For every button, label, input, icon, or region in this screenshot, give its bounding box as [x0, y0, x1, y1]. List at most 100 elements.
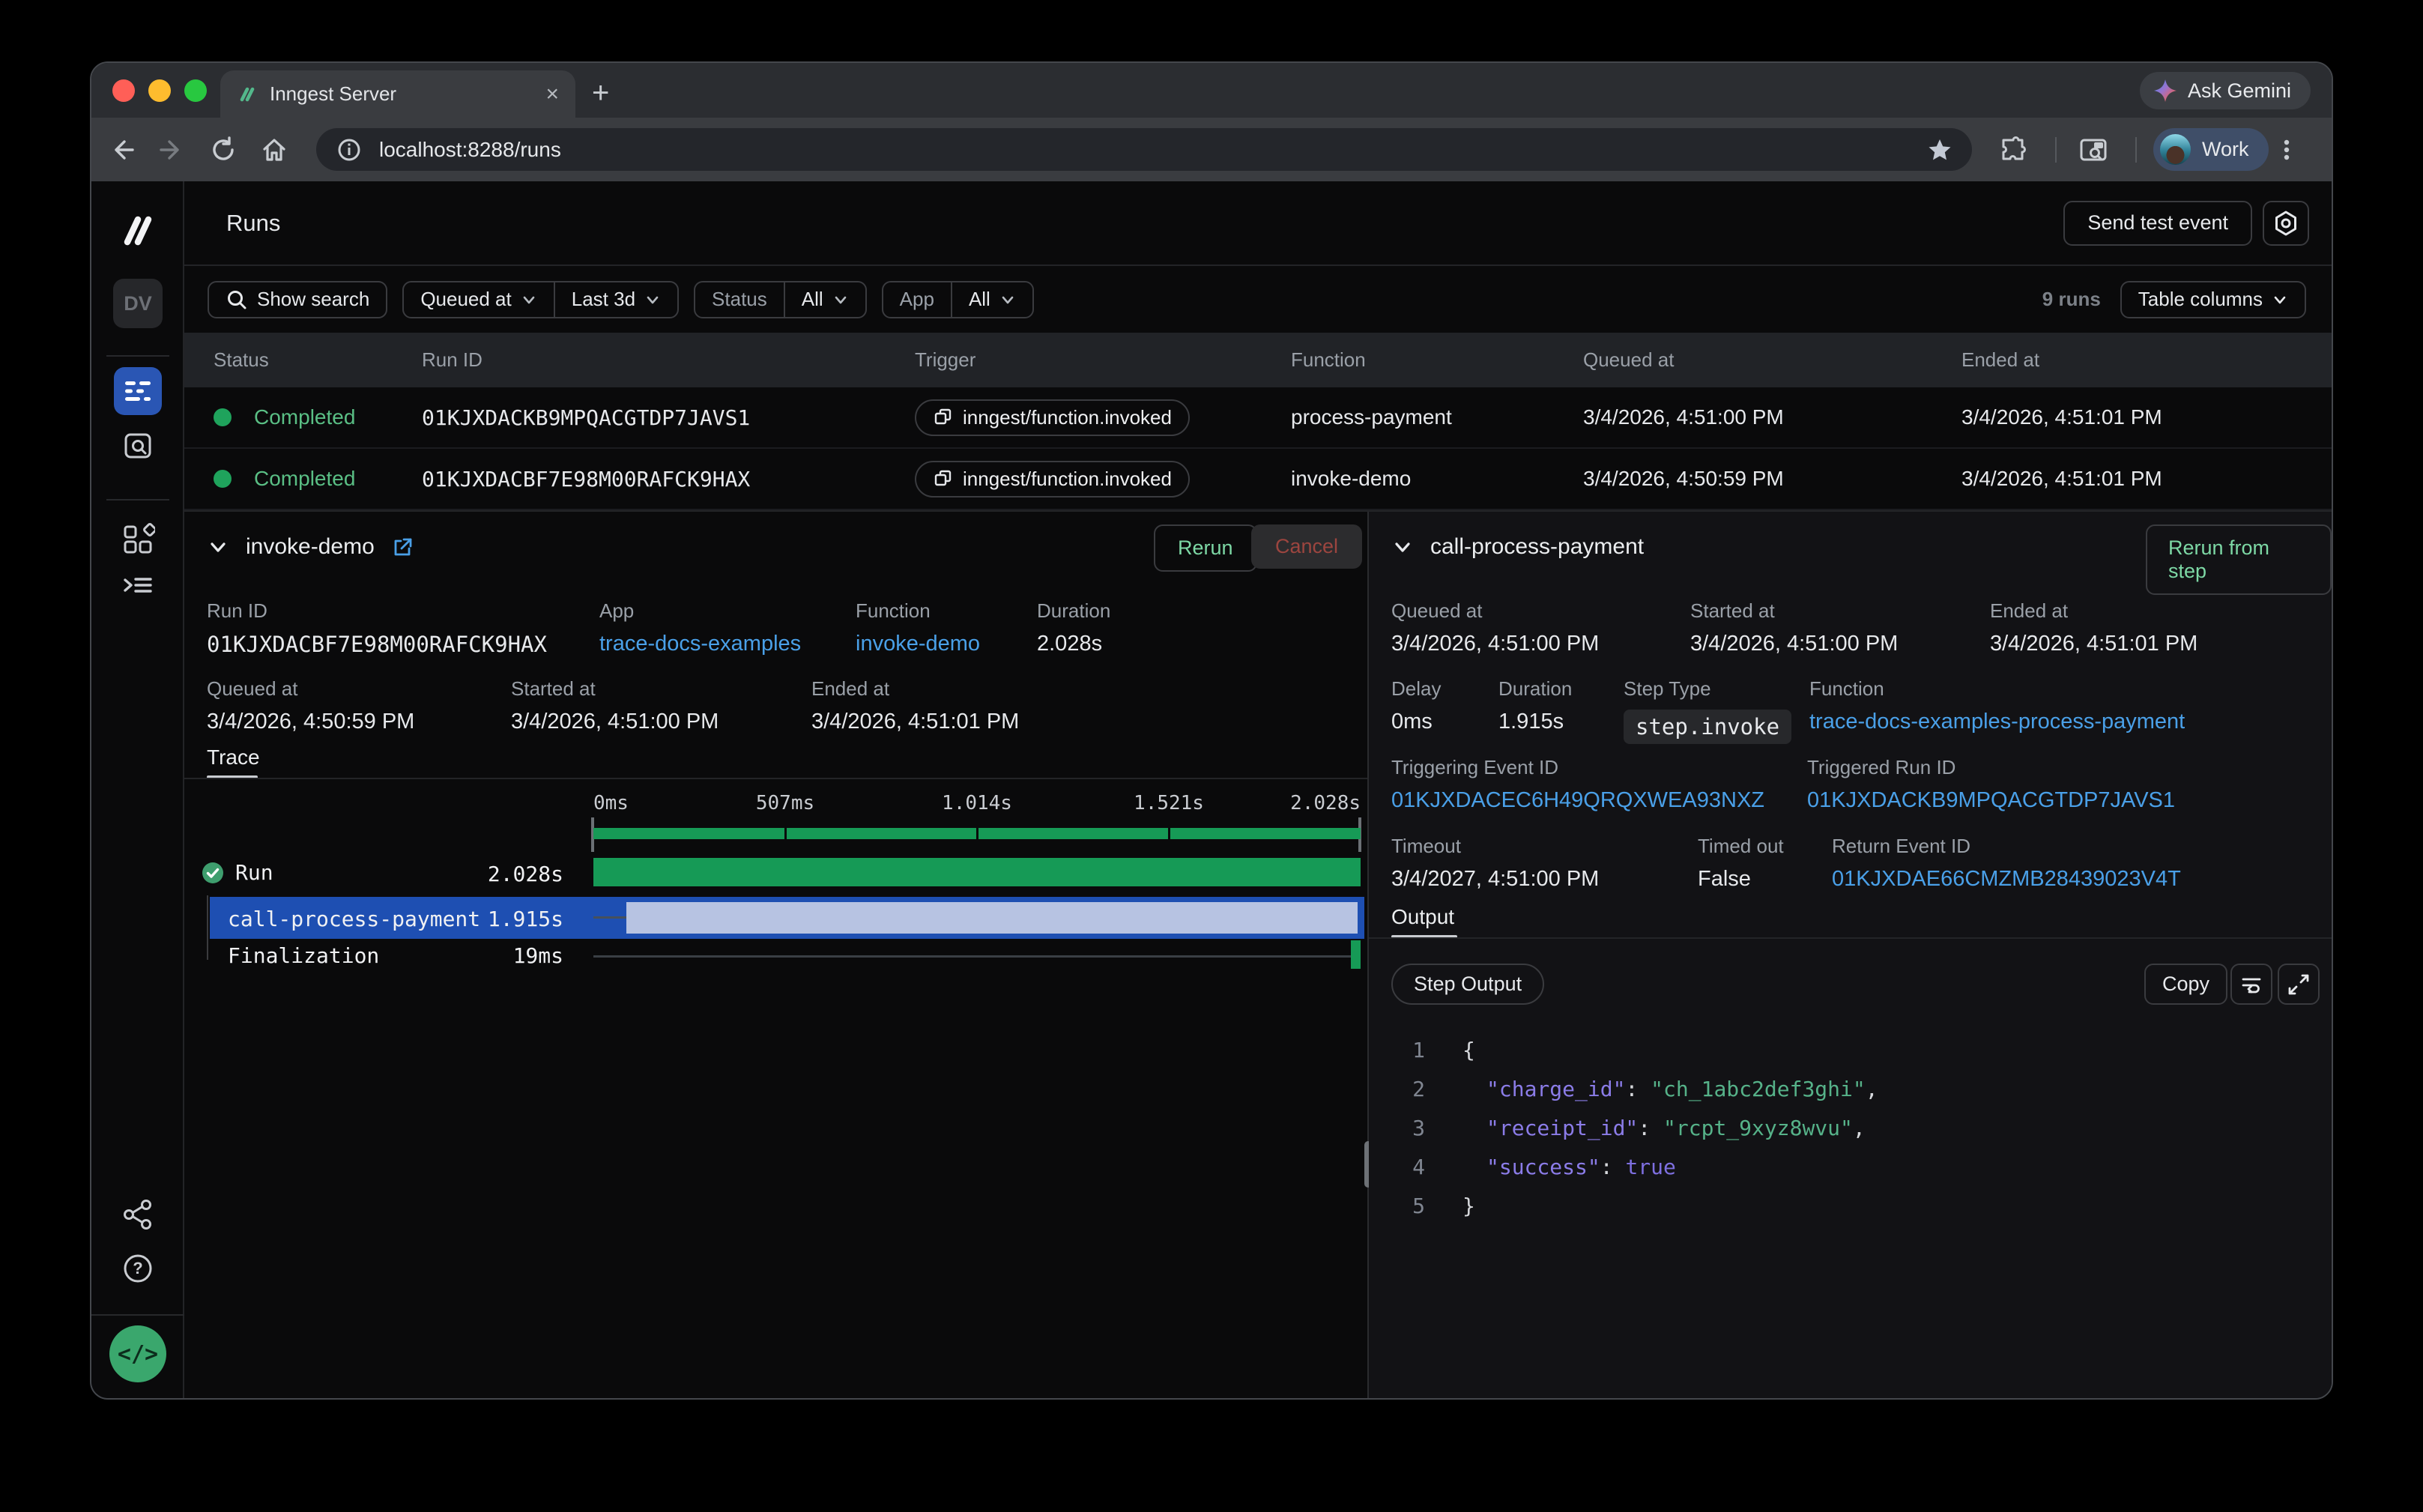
url-bar[interactable]: localhost:8288/runs — [316, 128, 1972, 171]
extensions-icon[interactable] — [1995, 118, 2028, 181]
time-range-dropdown[interactable]: Last 3d — [555, 282, 677, 317]
col-header-trigger[interactable]: Trigger — [915, 348, 1291, 372]
search-icon — [226, 288, 248, 311]
trace-bar-step[interactable] — [626, 902, 1358, 934]
code-icon: </> — [109, 1325, 166, 1382]
copy-button[interactable]: Copy — [2144, 964, 2227, 1005]
browser-menu-icon[interactable] — [2270, 118, 2303, 181]
ask-gemini-label: Ask Gemini — [2188, 79, 2291, 103]
return-event-id-link[interactable]: 01KJXDAE66CMZMB28439023V4T — [1832, 867, 2181, 892]
step-function-link[interactable]: trace-docs-examples-process-payment — [1809, 710, 2185, 734]
field-label: Delay — [1391, 677, 1441, 701]
sidebar-item-apps[interactable] — [91, 522, 184, 557]
function-link[interactable]: invoke-demo — [856, 632, 980, 656]
app-avatar[interactable]: DV — [91, 279, 184, 328]
step-output-code[interactable]: 1 { 2 "charge_id": "ch_1abc2def3ghi", 3 … — [1369, 1030, 2332, 1225]
step-queued-value: 3/4/2026, 4:51:00 PM — [1391, 632, 1599, 656]
back-button[interactable] — [105, 118, 138, 181]
forward-button[interactable] — [156, 118, 189, 181]
run-id-value: 01KJXDACBF7E98M00RAFCK9HAX — [207, 632, 547, 657]
step-output-toggle[interactable]: Step Output — [1391, 964, 1544, 1005]
started-at-value: 3/4/2026, 4:51:00 PM — [511, 710, 719, 734]
trace-row-finalization[interactable]: Finalization — [228, 943, 379, 968]
col-header-ended-at[interactable]: Ended at — [1961, 348, 2332, 372]
event-icon — [933, 407, 954, 428]
field-label: Function — [1809, 677, 2185, 701]
table-row[interactable]: Completed 01KJXDACBF7E98M00RAFCK9HAX inn… — [184, 449, 2332, 510]
field-label: Triggering Event ID — [1391, 756, 1764, 779]
rerun-button[interactable]: Rerun — [1154, 524, 1257, 572]
trace-row-run[interactable]: Run — [201, 860, 273, 885]
toolbar-separator — [2055, 137, 2057, 163]
code-line: 4 "success": true — [1369, 1147, 2332, 1186]
chevron-down-icon — [2272, 291, 2288, 308]
app-main: Runs Send test event Show search — [184, 181, 2332, 1398]
field-label: Timeout — [1391, 835, 1599, 858]
triggering-event-id-link[interactable]: 01KJXDACEC6H49QRQXWEA93NXZ — [1391, 788, 1764, 813]
status-filter-dropdown[interactable]: All — [785, 282, 865, 317]
sidebar-item-dev-server[interactable] — [91, 569, 184, 604]
new-tab-button[interactable]: + — [592, 76, 609, 110]
external-link-icon[interactable] — [391, 536, 414, 558]
field-label: Queued at — [207, 677, 414, 701]
fullscreen-window-button[interactable] — [184, 79, 207, 102]
run-title: invoke-demo — [246, 534, 375, 560]
col-header-run-id[interactable]: Run ID — [422, 348, 915, 372]
step-ended-value: 3/4/2026, 4:51:01 PM — [1990, 632, 2197, 656]
trace-bar-finalization[interactable] — [1351, 940, 1361, 969]
field-label: Duration — [1037, 599, 1110, 623]
sidebar-item-event-search[interactable] — [91, 429, 184, 463]
col-header-status[interactable]: Status — [184, 348, 422, 372]
timed-out-value: False — [1698, 867, 1784, 892]
table-columns-dropdown[interactable]: Table columns — [2120, 281, 2306, 318]
close-tab-icon[interactable]: × — [545, 83, 559, 106]
profile-button[interactable]: Work — [2153, 128, 2269, 171]
minimize-window-button[interactable] — [148, 79, 171, 102]
trigger-name: inngest/function.invoked — [963, 468, 1172, 491]
page-header: Runs Send test event — [184, 181, 2332, 266]
expand-button[interactable] — [2278, 964, 2320, 1005]
rerun-from-step-button[interactable]: Rerun from step — [2146, 524, 2332, 595]
trace-minimap[interactable] — [593, 828, 1361, 839]
line-number: 2 — [1369, 1077, 1425, 1101]
collapse-chevron-icon[interactable] — [1391, 536, 1414, 558]
tab-trace[interactable]: Trace — [207, 746, 260, 769]
sidebar-divider — [106, 499, 169, 501]
sidebar-item-share[interactable] — [91, 1197, 184, 1232]
triggered-run-id-link[interactable]: 01KJXDACKB9MPQACGTDP7JAVS1 — [1807, 788, 2175, 813]
show-search-button[interactable]: Show search — [208, 281, 387, 318]
runs-list-icon — [122, 375, 154, 407]
output-divider — [1369, 937, 2332, 939]
app-link[interactable]: trace-docs-examples — [599, 632, 801, 656]
browser-tab[interactable]: Inngest Server × — [220, 70, 575, 118]
col-header-function[interactable]: Function — [1291, 348, 1583, 372]
trace-bar-run[interactable] — [593, 858, 1361, 886]
ask-gemini-button[interactable]: Ask Gemini — [2140, 72, 2311, 109]
close-window-button[interactable] — [112, 79, 135, 102]
col-header-queued-at[interactable]: Queued at — [1583, 348, 1961, 372]
reload-button[interactable] — [207, 118, 240, 181]
app-filter-dropdown[interactable]: All — [952, 282, 1032, 317]
site-info-icon[interactable] — [336, 136, 363, 163]
side-panel-search-icon[interactable] — [2077, 118, 2110, 181]
bookmark-star-icon[interactable] — [1927, 137, 1952, 163]
chevron-down-icon — [832, 291, 849, 308]
field-label: Ended at — [811, 677, 1019, 701]
wrap-text-button[interactable] — [2230, 964, 2272, 1005]
dev-tools-button[interactable]: </> — [91, 1325, 184, 1382]
table-row[interactable]: Completed 01KJXDACKB9MPQACGTDP7JAVS1 inn… — [184, 387, 2332, 449]
queued-at-cell: 3/4/2026, 4:51:00 PM — [1583, 405, 1961, 429]
settings-button[interactable] — [2263, 201, 2309, 246]
sidebar-item-runs[interactable] — [91, 367, 184, 415]
ruler-tick: 2.028s — [1290, 792, 1361, 814]
collapse-chevron-icon[interactable] — [207, 536, 229, 558]
cancel-button[interactable]: Cancel — [1251, 524, 1362, 569]
home-button[interactable] — [258, 118, 291, 181]
field-label: Triggered Run ID — [1807, 756, 2175, 779]
field-label: Started at — [511, 677, 719, 701]
url-text[interactable]: localhost:8288/runs — [379, 138, 1911, 162]
sidebar-item-help[interactable]: ? — [91, 1251, 184, 1286]
time-field-dropdown[interactable]: Queued at — [404, 282, 553, 317]
send-test-event-button[interactable]: Send test event — [2063, 201, 2252, 246]
tab-output[interactable]: Output — [1391, 905, 1454, 929]
